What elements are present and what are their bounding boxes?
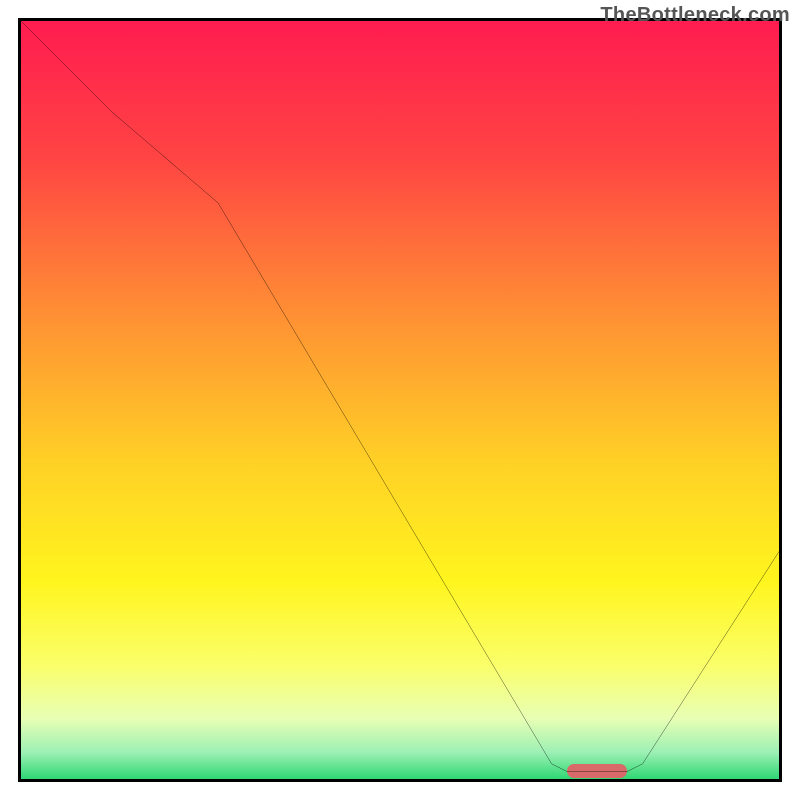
watermark-text: TheBottleneck.com [600,4,790,27]
chart-container: TheBottleneck.com [0,0,800,800]
plot-frame [18,18,782,782]
bottleneck-curve [21,21,779,779]
